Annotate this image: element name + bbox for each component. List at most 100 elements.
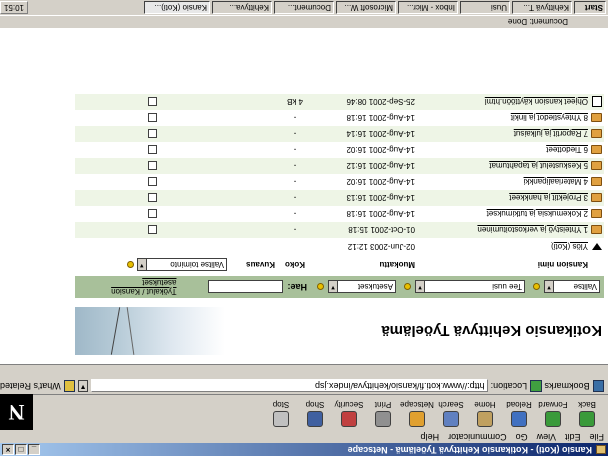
window-title-bar: Kansio (Koti) - Kotikansio Kehittyvä Työ…	[0, 443, 608, 456]
reload-button[interactable]: Reload	[502, 394, 536, 430]
header-size[interactable]: Koko	[275, 261, 315, 270]
print-button[interactable]: Print	[366, 394, 400, 430]
table-row[interactable]: 4 Materiaalipankki 14-Aug-2001 16:02 -	[75, 174, 604, 190]
taskbar-item-active[interactable]: Kansio (Koti)...	[144, 1, 210, 14]
netscape-guide-icon	[409, 411, 425, 427]
row-checkbox[interactable]	[148, 145, 157, 155]
netscape-logo: N	[0, 394, 33, 430]
whats-related-icon	[63, 380, 76, 392]
table-row[interactable]: Ylös (Koti) 02-Jun-2003 12:12	[75, 239, 604, 255]
table-row[interactable]: 7 Raportit ja julkaisut 14-Aug-2001 16:1…	[75, 126, 604, 142]
go-button[interactable]	[317, 283, 324, 291]
search-input[interactable]	[208, 280, 284, 294]
stop-icon	[273, 411, 289, 427]
forward-button[interactable]: Forward	[536, 394, 570, 430]
forward-icon	[545, 411, 561, 427]
home-button[interactable]: Home	[468, 394, 502, 430]
whats-related-button[interactable]: What's Related	[0, 381, 61, 391]
page-title: Kotikansio Kehittyvä Työelämä	[381, 322, 602, 339]
folder-icon	[591, 145, 603, 155]
chevron-down-icon: ▼	[416, 281, 425, 293]
minimize-button[interactable]: _	[28, 444, 40, 455]
new-item-select[interactable]: Tee uusi ▼	[415, 280, 525, 294]
folder-icon	[591, 177, 603, 187]
table-row[interactable]: 6 Tiedotteet 14-Aug-2001 16:02 -	[75, 142, 604, 158]
location-bar: Bookmarks Location: http://www.koti.fi/k…	[0, 378, 608, 394]
tools-link[interactable]: Työkalut / Kansion asetukset	[96, 278, 176, 296]
table-row[interactable]: 2 Kokemuksia ja tutkimukset 14-Aug-2001 …	[75, 206, 604, 222]
lock-icon	[341, 411, 357, 427]
chevron-down-icon: ▼	[137, 259, 147, 271]
page-content: Kotikansio Kehittyvä Työelämä Valitse ▼ T…	[0, 29, 608, 364]
taskbar-item[interactable]: Kehittyvä T...	[512, 1, 572, 14]
bookmarks-button[interactable]: Bookmarks	[545, 381, 590, 391]
folder-icon	[591, 161, 603, 171]
netscape-icon	[596, 445, 606, 454]
row-checkbox[interactable]	[148, 225, 157, 235]
taskbar-item[interactable]: Microsoft W...	[336, 1, 396, 14]
location-label: Location:	[490, 381, 528, 391]
header-date[interactable]: Muokattu	[315, 261, 415, 270]
menu-help[interactable]: Help	[421, 430, 440, 443]
netscape-button[interactable]: Netscape	[400, 394, 434, 430]
url-dropdown[interactable]: ▼	[78, 380, 88, 392]
search-button[interactable]: Search	[434, 394, 468, 430]
row-checkbox[interactable]	[148, 209, 157, 219]
maximize-button[interactable]: □	[15, 444, 27, 455]
go-button[interactable]	[404, 283, 411, 291]
up-arrow-icon	[592, 243, 602, 251]
search-icon	[443, 411, 459, 427]
settings-select[interactable]: Asetukset ▼	[328, 280, 396, 294]
header-type[interactable]: Kuvaus	[227, 261, 275, 270]
system-clock: 10:51	[0, 1, 29, 14]
go-button[interactable]	[127, 261, 134, 269]
select-menu[interactable]: Valitse ▼	[544, 280, 600, 294]
table-row[interactable]: Ohjeet kansion käyttöön.html 25-Sep-2001…	[75, 94, 604, 110]
menu-edit[interactable]: Edit	[565, 430, 581, 443]
folder-toolbar: Valitse ▼ Tee uusi ▼ Asetukset ▼ Hae: Työka…	[75, 276, 604, 298]
search-label: Hae:	[287, 282, 307, 292]
location-icon	[530, 380, 542, 392]
taskbar: Start Kehittyvä T... Uusi Inbox - Micr..…	[0, 0, 608, 16]
start-button[interactable]: Start	[574, 1, 606, 14]
banner-sky-image	[75, 307, 225, 355]
back-icon	[579, 411, 595, 427]
row-checkbox[interactable]	[148, 113, 157, 123]
table-row[interactable]: 3 Projektit ja hankkeet 14-Aug-2001 16:1…	[75, 190, 604, 206]
action-select[interactable]: Valitse toiminto ▼	[136, 258, 227, 272]
go-button[interactable]	[533, 283, 540, 291]
document-icon	[592, 96, 602, 108]
stop-button[interactable]: Stop	[264, 394, 298, 430]
status-text: Document: Done	[507, 17, 568, 27]
close-button[interactable]: ×	[2, 444, 14, 455]
home-icon	[477, 411, 493, 427]
menu-go[interactable]: Go	[516, 430, 528, 443]
row-checkbox[interactable]	[148, 129, 157, 139]
menu-file[interactable]: File	[589, 430, 604, 443]
table-row[interactable]: 5 Keskustelut ja tapahtumat 14-Aug-2001 …	[75, 158, 604, 174]
table-row[interactable]: 1 Yhteistyö ja verkostoituminen 01-Oct-2…	[75, 222, 604, 238]
row-checkbox[interactable]	[148, 177, 157, 187]
personal-toolbar	[0, 364, 608, 378]
taskbar-item[interactable]: Document...	[274, 1, 334, 14]
url-input[interactable]: http://www.koti.fi/kansio/kehittyva/inde…	[90, 379, 488, 393]
shop-button[interactable]: Shop	[298, 394, 332, 430]
back-button[interactable]: Back	[570, 394, 604, 430]
menu-communicator[interactable]: Communicator	[448, 430, 507, 443]
taskbar-item[interactable]: Kehittyva...	[212, 1, 272, 14]
security-button[interactable]: Security	[332, 394, 366, 430]
menu-bar: File Edit View Go Communicator Help	[0, 430, 608, 443]
menu-view[interactable]: View	[537, 430, 556, 443]
row-checkbox[interactable]	[148, 193, 157, 203]
row-checkbox[interactable]	[148, 161, 157, 171]
row-checkbox[interactable]	[148, 97, 157, 107]
header-name[interactable]: Kansion nimi	[415, 261, 590, 270]
chevron-down-icon: ▼	[545, 281, 554, 293]
window-title: Kansio (Koti) - Kotikansio Kehittyvä Työ…	[347, 445, 592, 455]
table-row[interactable]: 8 Yhteystiedot ja linkit 14-Aug-2001 16:…	[75, 110, 604, 126]
status-bar: Document: Done	[0, 16, 608, 29]
shop-icon	[307, 411, 323, 427]
folder-icon	[591, 225, 603, 235]
taskbar-item[interactable]: Uusi	[460, 1, 510, 14]
taskbar-item[interactable]: Inbox - Micr...	[398, 1, 458, 14]
